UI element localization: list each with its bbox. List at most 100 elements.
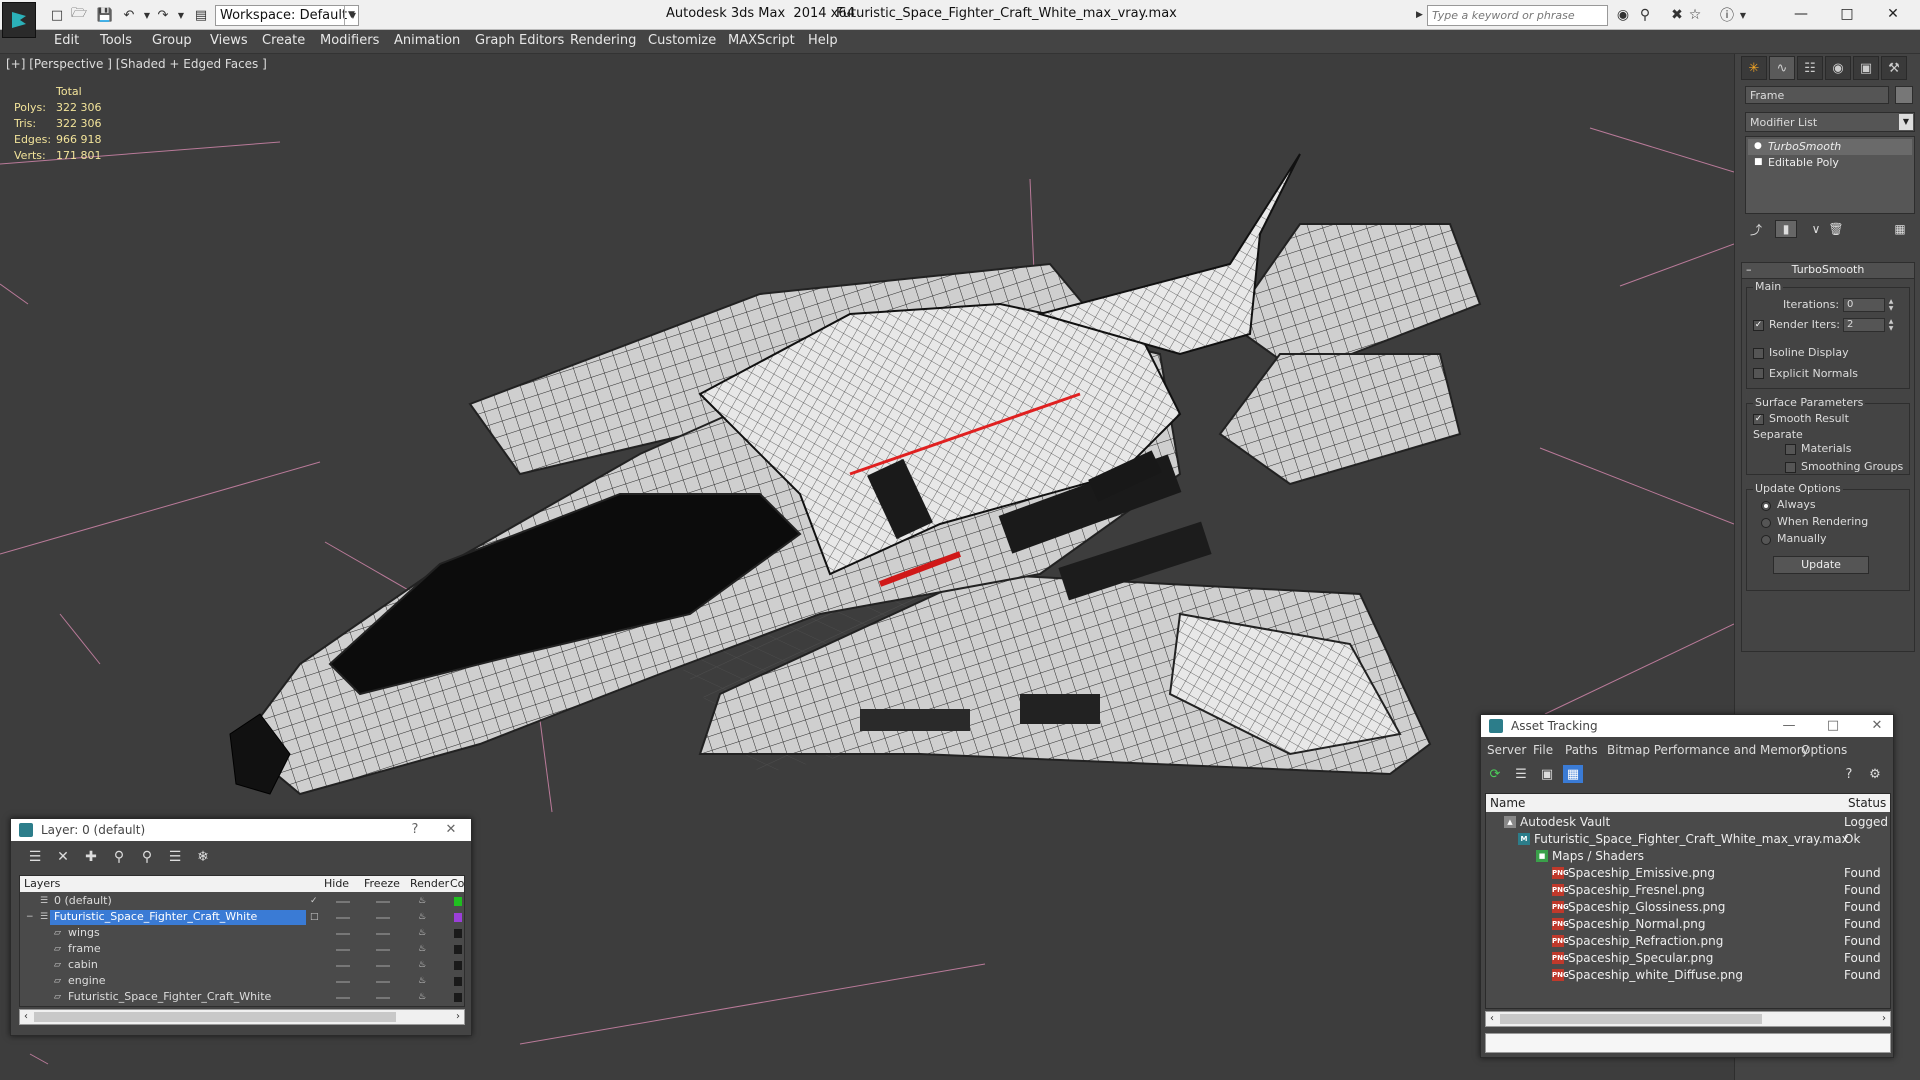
column-header-render[interactable]: Render xyxy=(410,877,449,890)
minimize-button[interactable]: — xyxy=(1778,0,1824,28)
menu-tools[interactable]: Tools xyxy=(100,33,132,48)
freeze-toggle[interactable] xyxy=(376,997,390,999)
explicit-normals-checkbox[interactable] xyxy=(1753,368,1764,379)
menu-edit[interactable]: Edit xyxy=(54,33,79,48)
iterations-spinner[interactable]: 0 ▲ ▼ xyxy=(1843,298,1893,312)
asset-menu-options[interactable]: Options xyxy=(1801,743,1847,757)
asset-horizontal-scrollbar[interactable]: ‹ › xyxy=(1485,1011,1891,1027)
manually-radio[interactable] xyxy=(1761,535,1771,545)
freeze-all-layers-icon[interactable]: ❄ xyxy=(193,847,213,867)
render-teapot-icon[interactable]: ♨ xyxy=(418,945,428,954)
render-teapot-icon[interactable]: ♨ xyxy=(418,961,428,970)
hide-toggle[interactable] xyxy=(336,981,350,983)
asset-menu-server[interactable]: Server xyxy=(1487,743,1526,757)
asset-row-normal[interactable]: PNG Spaceship_Normal.png Found xyxy=(1486,916,1890,933)
materials-checkbox[interactable] xyxy=(1785,444,1796,455)
app-logo-icon[interactable] xyxy=(2,2,36,38)
freeze-toggle[interactable] xyxy=(376,917,390,919)
menu-customize[interactable]: Customize xyxy=(648,33,716,48)
rollout-header[interactable]: – TurboSmooth xyxy=(1742,263,1914,279)
column-header-freeze[interactable]: Freeze xyxy=(364,877,400,890)
asset-row-white-diffuse[interactable]: PNG Spaceship_white_Diffuse.png Found xyxy=(1486,967,1890,984)
show-end-result-icon[interactable]: ▮ xyxy=(1775,220,1797,238)
subscription-icon[interactable]: ⚲ xyxy=(1636,6,1654,24)
layer-color-swatch[interactable] xyxy=(454,961,462,970)
spinner-arrows-icon[interactable]: ▲ ▼ xyxy=(1886,318,1896,332)
search-input[interactable]: Type a keyword or phrase xyxy=(1427,5,1608,26)
menu-rendering[interactable]: Rendering xyxy=(570,33,636,48)
communication-icon[interactable]: ✖ xyxy=(1668,6,1686,24)
refresh-icon[interactable]: ⟳ xyxy=(1485,765,1505,783)
scrollbar-thumb[interactable] xyxy=(34,1012,396,1022)
create-tab-icon[interactable]: ✳ xyxy=(1741,56,1767,80)
object-color-swatch[interactable] xyxy=(1895,86,1913,104)
layer-color-swatch[interactable] xyxy=(454,929,462,938)
search-expand-icon[interactable]: ▶ xyxy=(1416,6,1426,24)
asset-menu-bitmap-performance[interactable]: Bitmap Performance and Memory xyxy=(1607,743,1809,757)
render-teapot-icon[interactable]: ♨ xyxy=(418,929,428,938)
render-teapot-icon[interactable]: ♨ xyxy=(418,913,428,922)
asset-row-max-file[interactable]: M Futuristic_Space_Fighter_Craft_White_m… xyxy=(1486,831,1890,848)
redo-icon[interactable]: ↷ xyxy=(154,6,172,24)
smoothing-groups-checkbox[interactable] xyxy=(1785,462,1796,473)
binoculars-icon[interactable]: ◉ xyxy=(1614,6,1632,24)
menu-views[interactable]: Views xyxy=(210,33,248,48)
add-to-layer-icon[interactable]: ✚ xyxy=(81,847,101,867)
layer-horizontal-scrollbar[interactable]: ‹ › xyxy=(19,1009,465,1025)
active-layer-check-icon[interactable]: ✓ xyxy=(310,896,320,906)
layer-color-swatch[interactable] xyxy=(454,913,462,922)
column-header-color[interactable]: Col xyxy=(450,877,464,890)
layer-row-cabin[interactable]: ▱ cabin ♨ xyxy=(20,958,464,974)
menu-create[interactable]: Create xyxy=(262,33,305,48)
favorites-star-icon[interactable]: ☆ xyxy=(1686,6,1704,24)
stack-item-turbosmooth[interactable]: ● TurboSmooth xyxy=(1748,139,1912,155)
isoline-display-checkbox[interactable] xyxy=(1753,348,1764,359)
help-icon[interactable]: ? xyxy=(1839,765,1859,783)
column-header-layers[interactable]: Layers xyxy=(24,877,60,890)
set-active-layer-icon[interactable]: □ xyxy=(310,912,320,922)
scroll-right-icon[interactable]: › xyxy=(1878,1012,1890,1026)
workspace-dropdown[interactable]: Workspace: Default ▼ xyxy=(215,5,359,26)
layer-color-swatch[interactable] xyxy=(454,977,462,986)
smooth-result-checkbox[interactable]: ✓ xyxy=(1753,414,1764,425)
hide-toggle[interactable] xyxy=(336,933,350,935)
menu-animation[interactable]: Animation xyxy=(394,33,460,48)
display-tab-icon[interactable]: ▣ xyxy=(1853,56,1879,80)
layer-row-default[interactable]: ☰ 0 (default) ✓ ♨ xyxy=(20,894,464,910)
save-file-icon[interactable]: 💾 xyxy=(96,6,114,24)
render-teapot-icon[interactable]: ♨ xyxy=(418,993,428,1002)
freeze-toggle[interactable] xyxy=(376,965,390,967)
highlight-layer-icon[interactable]: ⚲ xyxy=(137,847,157,867)
object-name-field[interactable]: Frame xyxy=(1745,86,1889,104)
open-file-icon[interactable]: 🗁 xyxy=(70,6,88,24)
when-rendering-radio[interactable] xyxy=(1761,518,1771,528)
column-header-name[interactable]: Name xyxy=(1490,796,1525,810)
freeze-toggle[interactable] xyxy=(376,901,390,903)
maximize-button[interactable]: □ xyxy=(1824,0,1870,28)
help-button[interactable]: ? xyxy=(403,821,427,839)
minimize-button[interactable]: — xyxy=(1777,717,1801,735)
asset-row-maps-shaders[interactable]: ■ Maps / Shaders xyxy=(1486,848,1890,865)
modifier-list-dropdown[interactable]: Modifier List ▼ xyxy=(1745,112,1915,132)
light-bulb-icon[interactable]: ● xyxy=(1754,141,1762,151)
column-header-status[interactable]: Status xyxy=(1848,796,1886,810)
expand-icon[interactable]: ■ xyxy=(1754,157,1763,167)
table-view-icon[interactable]: ▦ xyxy=(1563,765,1583,783)
remove-modifier-icon[interactable]: 🗑 xyxy=(1825,220,1847,238)
layer-row-frame[interactable]: ▱ frame ♨ xyxy=(20,942,464,958)
hide-toggle[interactable] xyxy=(336,901,350,903)
menu-graph-editors[interactable]: Graph Editors xyxy=(475,33,564,48)
collapse-icon[interactable]: − xyxy=(26,912,36,922)
scroll-left-icon[interactable]: ‹ xyxy=(20,1010,32,1024)
spinner-arrows-icon[interactable]: ▲ ▼ xyxy=(1886,298,1896,312)
thumbnail-view-icon[interactable]: ▣ xyxy=(1537,765,1557,783)
layer-window-title-bar[interactable]: Layer: 0 (default) ? ✕ xyxy=(11,819,471,841)
hierarchy-tab-icon[interactable]: ☷ xyxy=(1797,56,1823,80)
hide-toggle[interactable] xyxy=(336,949,350,951)
viewport-label[interactable]: [+] [Perspective ] [Shaded + Edged Faces… xyxy=(6,57,267,71)
render-iters-checkbox[interactable]: ✓ xyxy=(1753,320,1764,331)
hide-toggle[interactable] xyxy=(336,917,350,919)
render-teapot-icon[interactable]: ♨ xyxy=(418,977,428,986)
asset-row-autodesk-vault[interactable]: ▲ Autodesk Vault Logged O xyxy=(1486,814,1890,831)
asset-menu-paths[interactable]: Paths xyxy=(1565,743,1598,757)
